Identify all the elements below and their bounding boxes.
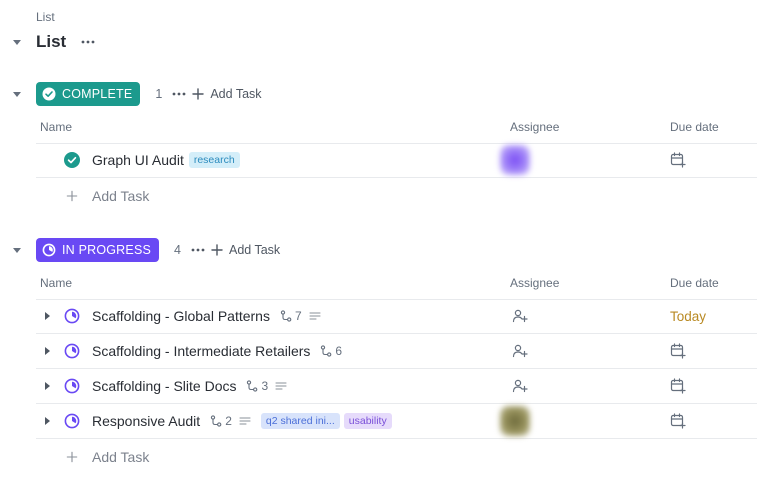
calendar-add-icon xyxy=(670,343,686,359)
task-row[interactable]: Scaffolding - Global Patterns 7 Today xyxy=(36,299,757,334)
column-header: Name Assignee Due date xyxy=(36,266,757,300)
description-icon xyxy=(275,381,287,391)
add-person-icon[interactable] xyxy=(510,376,530,396)
plus-icon xyxy=(66,451,78,463)
plus-icon xyxy=(191,87,205,101)
add-person-icon[interactable] xyxy=(510,306,530,326)
expand-caret-icon[interactable] xyxy=(42,311,52,321)
add-task-label: Add Task xyxy=(92,449,150,465)
subtask-count[interactable]: 2 xyxy=(225,414,232,428)
task-count: 1 xyxy=(155,87,163,101)
add-task-label: Add Task xyxy=(228,243,281,257)
tag-research[interactable]: research xyxy=(188,152,240,168)
task-name[interactable]: Responsive Audit xyxy=(92,413,200,429)
group-header-in-progress: IN PROGRESS 4 Add Task xyxy=(10,238,280,262)
expand-caret-icon[interactable] xyxy=(42,346,52,356)
task-row[interactable]: Scaffolding - Slite Docs 3 xyxy=(36,369,757,404)
group-header-complete: COMPLETE 1 Add Task xyxy=(10,82,262,106)
calendar-add-icon xyxy=(670,152,686,168)
task-name[interactable]: Graph UI Audit xyxy=(92,152,184,168)
complete-status-icon[interactable] xyxy=(64,152,80,168)
status-label: COMPLETE xyxy=(62,87,133,101)
status-badge-in-progress[interactable]: IN PROGRESS xyxy=(36,238,160,262)
calendar-add-icon xyxy=(670,413,686,429)
description-icon xyxy=(239,416,251,426)
plus-icon xyxy=(66,190,78,202)
tag-usability[interactable]: usability xyxy=(343,413,392,429)
task-name[interactable]: Scaffolding - Slite Docs xyxy=(92,378,236,394)
add-person-icon[interactable] xyxy=(510,341,530,361)
more-options-icon[interactable] xyxy=(80,34,96,50)
subtask-icon xyxy=(246,380,258,392)
expand-caret-icon[interactable] xyxy=(42,416,52,426)
add-task-button[interactable]: Add Task xyxy=(210,243,280,257)
avatar[interactable] xyxy=(500,406,530,436)
add-task-row[interactable]: Add Task xyxy=(36,178,757,214)
more-options-icon[interactable] xyxy=(190,242,206,258)
in-progress-status-icon[interactable] xyxy=(64,413,80,429)
calendar-add-icon xyxy=(670,378,686,394)
status-label: IN PROGRESS xyxy=(62,243,152,257)
due-date-value: Today xyxy=(670,308,707,324)
task-count: 4 xyxy=(174,243,181,257)
collapse-caret-icon[interactable] xyxy=(10,87,24,101)
collapse-caret-icon[interactable] xyxy=(10,35,24,49)
progress-circle-icon xyxy=(42,243,56,257)
add-task-button[interactable]: Add Task xyxy=(191,87,262,101)
column-assignee[interactable]: Assignee xyxy=(510,276,559,290)
subtask-count[interactable]: 7 xyxy=(295,309,302,323)
task-name[interactable]: Scaffolding - Global Patterns xyxy=(92,308,270,324)
breadcrumb[interactable]: List xyxy=(36,10,55,24)
plus-icon xyxy=(210,243,224,257)
avatar[interactable] xyxy=(500,145,530,175)
column-name[interactable]: Name xyxy=(40,120,72,134)
due-date-cell[interactable]: Today xyxy=(670,299,706,333)
tag-q2-shared[interactable]: q2 shared ini... xyxy=(260,413,340,429)
in-progress-status-icon[interactable] xyxy=(64,378,80,394)
add-task-label: Add Task xyxy=(92,188,150,204)
task-row[interactable]: Graph UI Audit research xyxy=(36,143,757,178)
description-icon xyxy=(309,311,321,321)
check-circle-icon xyxy=(42,87,56,101)
column-name[interactable]: Name xyxy=(40,276,72,290)
add-task-row[interactable]: Add Task xyxy=(36,439,757,475)
due-date-cell[interactable] xyxy=(670,369,686,403)
in-progress-status-icon[interactable] xyxy=(64,308,80,324)
page-title: List xyxy=(36,32,67,51)
expand-caret-icon[interactable] xyxy=(42,381,52,391)
task-name[interactable]: Scaffolding - Intermediate Retailers xyxy=(92,343,310,359)
column-due-date[interactable]: Due date xyxy=(670,276,719,290)
more-options-icon[interactable] xyxy=(171,86,187,102)
status-badge-complete[interactable]: COMPLETE xyxy=(36,82,141,106)
due-date-cell[interactable] xyxy=(670,334,686,368)
subtask-count[interactable]: 6 xyxy=(335,344,342,358)
task-row[interactable]: Responsive Audit 2 q2 shared ini... usab… xyxy=(36,404,757,439)
add-task-label: Add Task xyxy=(210,87,262,101)
subtask-count[interactable]: 3 xyxy=(261,379,268,393)
column-header: Name Assignee Due date xyxy=(36,110,757,144)
subtask-icon xyxy=(210,415,222,427)
column-assignee[interactable]: Assignee xyxy=(510,120,559,134)
page-header: List xyxy=(10,31,96,53)
column-due-date[interactable]: Due date xyxy=(670,120,719,134)
subtask-icon xyxy=(320,345,332,357)
subtask-icon xyxy=(280,310,292,322)
task-row[interactable]: Scaffolding - Intermediate Retailers 6 xyxy=(36,334,757,369)
in-progress-status-icon[interactable] xyxy=(64,343,80,359)
due-date-cell[interactable] xyxy=(670,404,686,438)
collapse-caret-icon[interactable] xyxy=(10,243,24,257)
due-date-cell[interactable] xyxy=(670,143,686,177)
